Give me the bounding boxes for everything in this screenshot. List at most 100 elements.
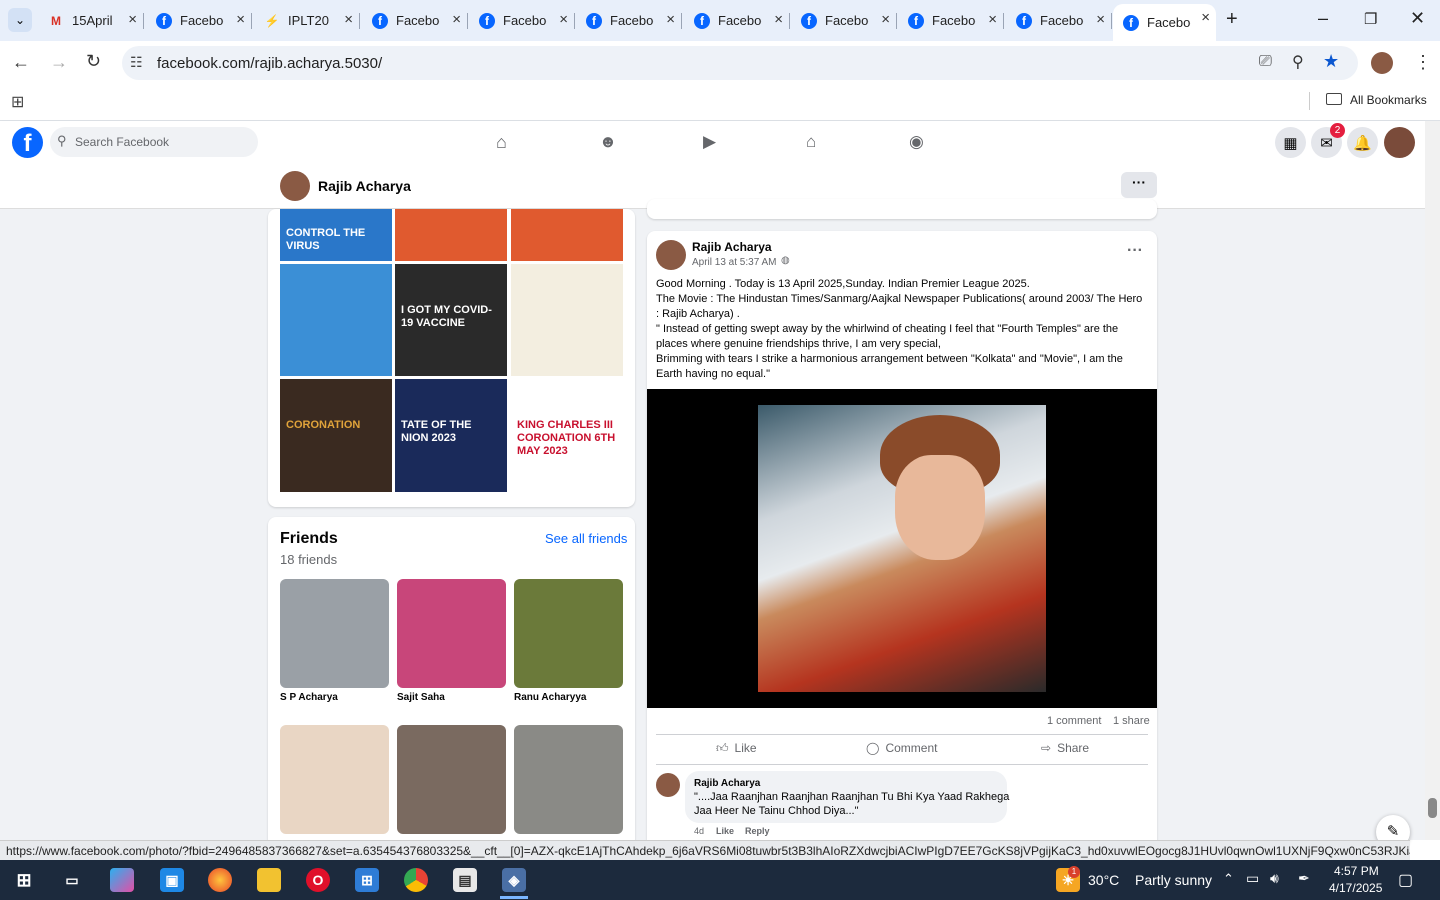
browser-tab[interactable]: f Facebook × xyxy=(898,6,1004,35)
account-avatar[interactable] xyxy=(1384,127,1415,158)
like-button[interactable]: 👍︎ Like xyxy=(716,741,757,756)
friend-name[interactable]: S P Acharya xyxy=(280,692,338,703)
browser-tab[interactable]: f Facebook × xyxy=(146,6,252,35)
clock-date[interactable]: 4/17/2025 xyxy=(1329,881,1382,895)
friend-photo[interactable] xyxy=(397,579,506,688)
post-time[interactable]: April 13 at 5:37 AM xyxy=(692,257,777,268)
post-author-avatar[interactable] xyxy=(656,240,686,270)
close-window-button[interactable]: ✕ xyxy=(1410,8,1425,29)
all-bookmarks-label[interactable]: All Bookmarks xyxy=(1350,93,1427,107)
comment-button[interactable]: ◯ Comment xyxy=(866,741,937,755)
tab-close-icon[interactable]: × xyxy=(344,11,353,28)
profile-avatar-small[interactable] xyxy=(280,171,310,201)
profile-photo-thumbnail[interactable]: TATE OF THE NION 2023 xyxy=(395,379,507,492)
firefox-icon[interactable] xyxy=(208,868,232,892)
home-icon[interactable]: ⌂ xyxy=(496,132,507,153)
friend-photo[interactable] xyxy=(280,579,389,688)
marketplace-icon[interactable]: ⌂ xyxy=(806,132,816,152)
profile-photo-thumbnail[interactable]: CORONATION xyxy=(280,379,392,492)
comment-author[interactable]: Rajib Acharya xyxy=(694,778,760,789)
profile-photo-thumbnail[interactable] xyxy=(395,209,507,261)
profile-photo-thumbnail[interactable]: I GOT MY COVID-19 VACCINE xyxy=(395,264,507,376)
page-scrollbar[interactable] xyxy=(1425,121,1440,840)
profile-photo-thumbnail[interactable]: KING CHARLES III CORONATION 6TH MAY 2023 xyxy=(511,379,623,492)
friend-photo[interactable] xyxy=(514,579,623,688)
apps-icon[interactable]: ⊞ xyxy=(11,92,24,112)
friend-photo[interactable] xyxy=(280,725,389,834)
browser-tab[interactable]: f Facebook × xyxy=(1113,4,1216,41)
tab-search-button[interactable]: ⌄ xyxy=(8,8,32,32)
tab-close-icon[interactable]: × xyxy=(881,11,890,28)
opera-icon[interactable]: O xyxy=(306,868,330,892)
facebook-logo-icon[interactable]: f xyxy=(12,127,43,158)
browser-tab[interactable]: f Facebook × xyxy=(576,6,682,35)
profile-photo-thumbnail[interactable]: CONTROL THE VIRUS xyxy=(280,209,392,261)
shares-count-link[interactable]: 1 share xyxy=(1113,715,1150,727)
new-tab-button[interactable]: + xyxy=(1226,8,1238,31)
tab-close-icon[interactable]: × xyxy=(774,11,783,28)
friends-nav-icon[interactable]: ☻ xyxy=(599,132,617,152)
active-app-icon[interactable]: ◈ xyxy=(502,868,526,892)
browser-tab[interactable]: f Facebook × xyxy=(684,6,790,35)
weather-temp[interactable]: 30°C xyxy=(1088,872,1119,888)
profile-avatar[interactable] xyxy=(1371,52,1393,74)
tab-close-icon[interactable]: × xyxy=(128,11,137,28)
task-view-icon[interactable]: ▭ xyxy=(60,868,84,892)
profile-name[interactable]: Rajib Acharya xyxy=(318,178,411,194)
browser-tab[interactable]: f Facebook × xyxy=(791,6,897,35)
browser-tab[interactable]: f Facebook × xyxy=(469,6,575,35)
forward-button[interactable]: → xyxy=(50,52,68,73)
windows-start-icon[interactable]: ⊞ xyxy=(12,868,36,892)
network-icon[interactable]: ▭ xyxy=(1246,870,1259,887)
tab-close-icon[interactable]: × xyxy=(1201,9,1210,26)
minimize-button[interactable]: – xyxy=(1318,8,1328,29)
friend-name[interactable]: Sajit Saha xyxy=(397,692,445,703)
tab-close-icon[interactable]: × xyxy=(236,11,245,28)
chrome-icon[interactable] xyxy=(404,868,428,892)
browser-tab[interactable]: M 15April × xyxy=(38,6,144,35)
comment-reply-link[interactable]: Reply xyxy=(745,826,770,836)
profile-more-button[interactable]: ··· xyxy=(1121,172,1157,198)
see-all-friends-link[interactable]: See all friends xyxy=(545,531,627,546)
tab-close-icon[interactable]: × xyxy=(988,11,997,28)
site-info-icon[interactable]: ☷ xyxy=(130,54,143,71)
store-icon[interactable]: ⊞ xyxy=(355,868,379,892)
tab-close-icon[interactable]: × xyxy=(559,11,568,28)
comments-count-link[interactable]: 1 comment xyxy=(1047,715,1101,727)
reload-button[interactable]: ↻ xyxy=(86,51,101,72)
browser-tab[interactable]: f Facebook × xyxy=(1006,6,1112,35)
app-icon[interactable]: ▣ xyxy=(160,868,184,892)
install-icon[interactable]: ⎚ xyxy=(1259,53,1272,71)
menu-icon[interactable]: ⋮ xyxy=(1414,52,1432,73)
video-icon[interactable]: ▶ xyxy=(703,132,716,152)
zoom-icon[interactable]: ⚲ xyxy=(1292,52,1304,72)
notification-center-icon[interactable]: ▢ xyxy=(1398,870,1413,890)
post-options-button[interactable]: ··· xyxy=(1127,242,1143,260)
notepad-icon[interactable]: ▤ xyxy=(453,868,477,892)
tab-close-icon[interactable]: × xyxy=(666,11,675,28)
file-explorer-icon[interactable] xyxy=(257,868,281,892)
back-button[interactable]: ← xyxy=(12,52,30,73)
profile-photo-thumbnail[interactable] xyxy=(280,264,392,376)
friend-name[interactable]: Ranu Acharyya xyxy=(514,692,586,703)
groups-icon[interactable]: ◉ xyxy=(909,132,924,152)
browser-tab[interactable]: ⚡ IPLT20 × xyxy=(254,6,360,35)
weather-condition[interactable]: Partly sunny xyxy=(1135,872,1212,888)
profile-photo-thumbnail[interactable] xyxy=(511,209,623,261)
bookmark-star-icon[interactable]: ★ xyxy=(1323,51,1339,72)
browser-tab[interactable]: f Facebook × xyxy=(362,6,468,35)
tray-chevron-icon[interactable]: ⌃ xyxy=(1223,871,1234,887)
share-button[interactable]: ⇨ Share xyxy=(1041,741,1089,755)
comment-like-link[interactable]: Like xyxy=(716,826,734,836)
maximize-button[interactable]: ❐ xyxy=(1364,10,1377,28)
commenter-avatar[interactable] xyxy=(656,773,680,797)
profile-photo-thumbnail[interactable] xyxy=(511,264,623,376)
scrollbar-thumb[interactable] xyxy=(1428,798,1437,818)
menu-grid-icon[interactable]: ▦ xyxy=(1275,127,1306,158)
friend-photo[interactable] xyxy=(514,725,623,834)
tab-close-icon[interactable]: × xyxy=(1096,11,1105,28)
tab-close-icon[interactable]: × xyxy=(452,11,461,28)
volume-icon[interactable]: 🔊︎ xyxy=(1270,870,1279,887)
notifications-bell-icon[interactable]: 🔔 xyxy=(1347,127,1378,158)
post-author[interactable]: Rajib Acharya xyxy=(692,240,772,254)
